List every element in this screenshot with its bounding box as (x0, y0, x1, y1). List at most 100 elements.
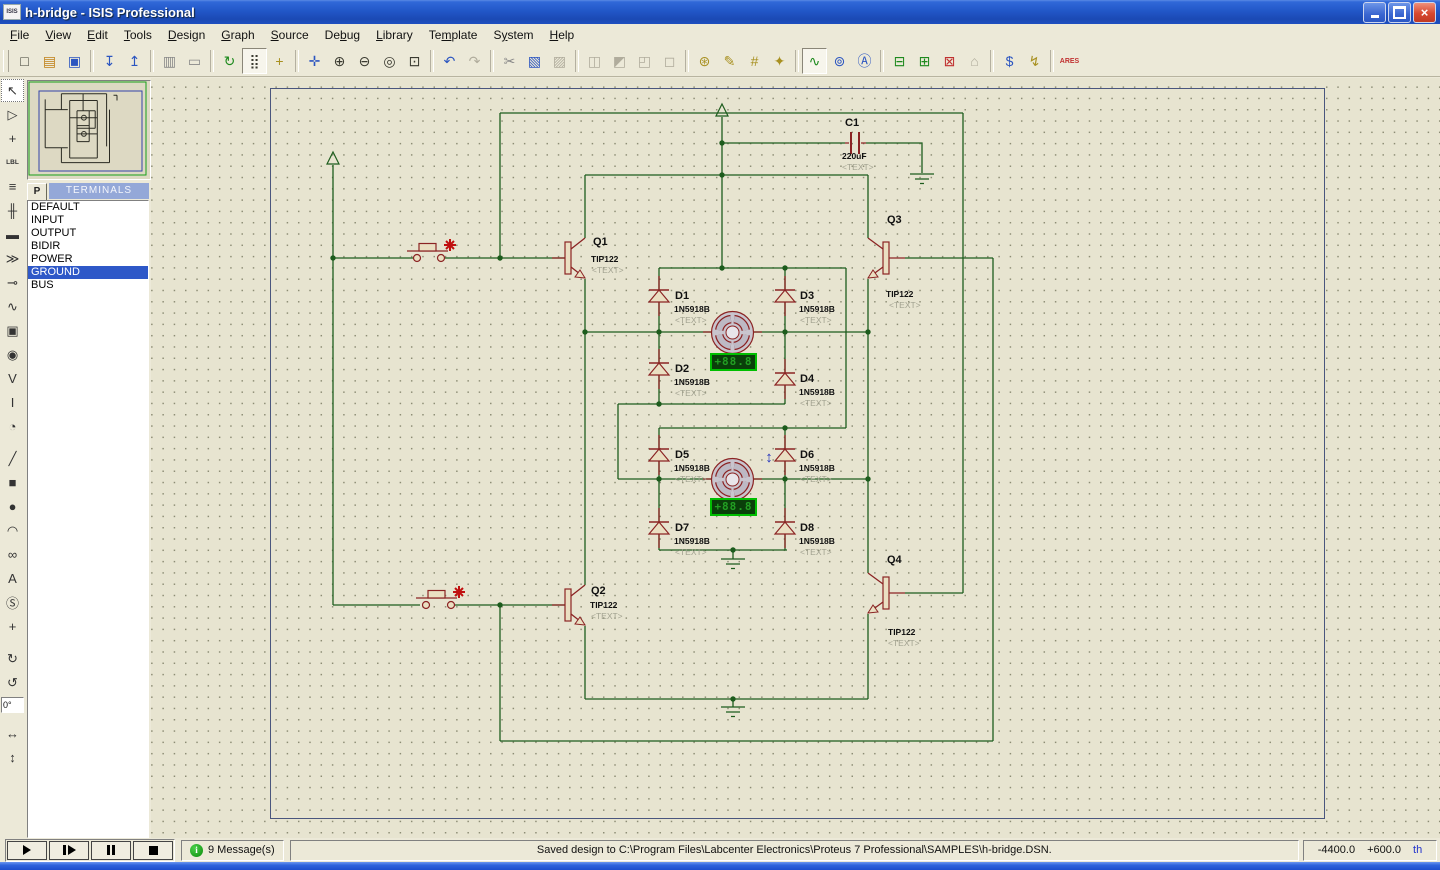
junction-dot-mode-button[interactable]: + (1, 127, 24, 150)
device-pin-mode-button[interactable]: ⊸ (1, 271, 24, 294)
flip-horizontal-button[interactable]: ↔ (1, 722, 24, 745)
false-origin-button[interactable]: + (267, 48, 292, 74)
zoom-out-button[interactable]: ⊖ (352, 48, 377, 74)
label-D6-ref[interactable]: D6 (800, 449, 814, 461)
packaging-tool-button[interactable]: # (742, 48, 767, 74)
label-D2-text[interactable]: <TEXT> (675, 388, 707, 398)
label-Q4-value[interactable]: TIP122 (888, 627, 915, 637)
flip-vertical-button[interactable]: ↕ (1, 746, 24, 769)
label-D3-value[interactable]: 1N5918B (799, 304, 835, 314)
label-C1-ref[interactable]: C1 (845, 117, 859, 129)
menu-graph[interactable]: Graph (213, 26, 262, 44)
power-terminal-icon[interactable] (327, 152, 339, 164)
terminal-item-output[interactable]: OUTPUT (28, 227, 148, 240)
switch-actuator-icon[interactable] (444, 239, 456, 251)
component-D8[interactable] (775, 508, 795, 548)
component-motor-2[interactable] (703, 459, 762, 501)
menu-design[interactable]: Design (160, 26, 213, 44)
label-D8-ref[interactable]: D8 (800, 522, 814, 534)
search-and-tag-button[interactable]: ⊚ (827, 48, 852, 74)
import-section-button[interactable]: ↧ (97, 48, 122, 74)
component-D1[interactable] (649, 276, 669, 316)
buses-mode-button[interactable]: ╫ (1, 199, 24, 222)
label-D1-value[interactable]: 1N5918B (674, 304, 710, 314)
step-button[interactable] (49, 841, 89, 860)
terminal-item-power[interactable]: POWER (28, 253, 148, 266)
label-Q1-value[interactable]: TIP122 (591, 254, 618, 264)
arc-2d-button[interactable]: ◠ (1, 519, 24, 542)
terminal-item-ground[interactable]: GROUND (28, 266, 148, 279)
label-Q2-text[interactable]: <TEXT> (591, 611, 623, 621)
label-D4-text[interactable]: <TEXT> (800, 398, 832, 408)
terminal-item-bidir[interactable]: BIDIR (28, 240, 148, 253)
open-design-button[interactable]: ▤ (37, 48, 62, 74)
label-D5-value[interactable]: 1N5918B (674, 463, 710, 473)
label-D3-ref[interactable]: D3 (800, 290, 814, 302)
label-Q3-ref[interactable]: Q3 (887, 214, 902, 226)
design-explorer-button[interactable]: ⊟ (887, 48, 912, 74)
line-2d-button[interactable]: ╱ (1, 447, 24, 470)
component-Q1[interactable] (552, 238, 585, 278)
component-D6[interactable] (775, 435, 795, 475)
label-D3-text[interactable]: <TEXT> (800, 315, 832, 325)
selection-mode-button[interactable]: ↖ (1, 79, 24, 102)
text-script-mode-button[interactable]: ≡ (1, 175, 24, 198)
terminal-item-input[interactable]: INPUT (28, 214, 148, 227)
redraw-button[interactable]: ↻ (217, 48, 242, 74)
rotate-anticlockwise-button[interactable]: ↺ (1, 671, 24, 694)
copy-button[interactable]: ▧ (522, 48, 547, 74)
terminals-mode-button[interactable]: ≫ (1, 247, 24, 270)
generator-mode-button[interactable]: ◉ (1, 343, 24, 366)
component-D5[interactable] (649, 435, 669, 475)
overview-window[interactable] (27, 80, 151, 180)
label-Q4-text[interactable]: <TEXT> (888, 638, 920, 648)
object-selector-list[interactable]: DEFAULTINPUTOUTPUTBIDIRPOWERGROUNDBUS (27, 200, 149, 838)
label-D8-text[interactable]: <TEXT> (800, 547, 832, 557)
zoom-in-button[interactable]: ⊕ (327, 48, 352, 74)
new-design-button[interactable]: □ (12, 48, 37, 74)
label-Q1-text[interactable]: <TEXT> (592, 265, 624, 275)
pick-devices-button[interactable]: P (27, 183, 47, 201)
wire-label-mode-button[interactable]: LBL (1, 151, 24, 174)
menu-library[interactable]: Library (368, 26, 421, 44)
schematic-canvas[interactable]: ↕ +88.8 +88.8 Q1TIP122<TEXT>Q2TIP122<TEX… (151, 78, 1440, 838)
component-D4[interactable] (775, 359, 795, 399)
symbol-2d-button[interactable]: Ⓢ (1, 591, 24, 614)
close-button[interactable]: × (1413, 2, 1436, 23)
remove-sheet-button[interactable]: ⊠ (937, 48, 962, 74)
terminal-item-default[interactable]: DEFAULT (28, 201, 148, 214)
tape-recorder-mode-button[interactable]: ▣ (1, 319, 24, 342)
label-Q2-value[interactable]: TIP122 (590, 600, 617, 610)
label-D5-ref[interactable]: D5 (675, 449, 689, 461)
print-button[interactable]: ▥ (157, 48, 182, 74)
current-probe-mode-button[interactable]: I (1, 391, 24, 414)
marker-2d-button[interactable]: + (1, 615, 24, 638)
menu-file[interactable]: File (2, 26, 37, 44)
label-D2-value[interactable]: 1N5918B (674, 377, 710, 387)
label-C1-value[interactable]: 220uF (842, 151, 867, 161)
pan-button[interactable]: ✛ (302, 48, 327, 74)
cut-button[interactable]: ✂ (497, 48, 522, 74)
zoom-all-button[interactable]: ◎ (377, 48, 402, 74)
switch-actuator-icon[interactable] (453, 586, 465, 598)
label-D5-text[interactable]: <TEXT> (675, 474, 707, 484)
component-D2[interactable] (649, 349, 669, 389)
label-Q1-ref[interactable]: Q1 (593, 236, 608, 248)
pause-button[interactable] (91, 841, 131, 860)
save-design-button[interactable]: ▣ (62, 48, 87, 74)
label-D1-ref[interactable]: D1 (675, 290, 689, 302)
new-sheet-button[interactable]: ⊞ (912, 48, 937, 74)
undo-button[interactable]: ↶ (437, 48, 462, 74)
label-D4-value[interactable]: 1N5918B (799, 387, 835, 397)
label-D4-ref[interactable]: D4 (800, 373, 814, 385)
virtual-instruments-mode-button[interactable]: ◔ (1, 415, 24, 438)
pick-device-button[interactable]: ⊛ (692, 48, 717, 74)
circle-2d-button[interactable]: ● (1, 495, 24, 518)
make-device-button[interactable]: ✎ (717, 48, 742, 74)
component-mode-button[interactable]: ▷ (1, 103, 24, 126)
menu-template[interactable]: Template (421, 26, 486, 44)
menu-view[interactable]: View (37, 26, 79, 44)
rotate-clockwise-button[interactable]: ↻ (1, 647, 24, 670)
restore-button[interactable] (1388, 2, 1411, 23)
text-2d-button[interactable]: A (1, 567, 24, 590)
